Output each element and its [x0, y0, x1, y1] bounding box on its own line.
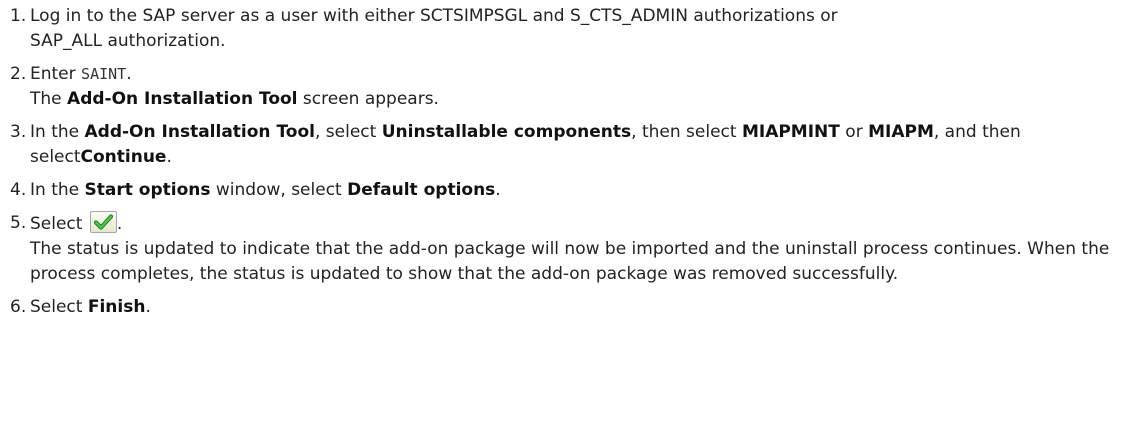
step-text: . [126, 64, 132, 84]
step-text: , select [314, 122, 382, 142]
step-text: . [495, 180, 501, 200]
step-instruction: Enter SAINT. [30, 62, 1121, 87]
ui-term: Add-On Installation Tool [84, 122, 315, 142]
ui-term: Finish [87, 297, 146, 317]
step-text: Enter [30, 64, 82, 84]
ui-term: Uninstallable components [381, 122, 632, 142]
step-number: 2. [10, 64, 27, 84]
procedure-steps: 1. Log in to the SAP server as a user wi… [0, 0, 1129, 320]
step-6: 6. Select Finish. [0, 295, 1129, 320]
step-text-line-1: Log in to the SAP server as a user with … [30, 6, 838, 26]
step-text: . [116, 214, 123, 234]
ui-term: Default options [347, 180, 496, 200]
step-text: or [839, 122, 869, 142]
step-text: Select [30, 214, 88, 234]
step-text: . [166, 147, 172, 167]
step-2: 2. Enter SAINT. The Add-On Installation … [0, 62, 1129, 112]
step-4: 4. In the Start options window, select D… [0, 178, 1129, 203]
step-text: The [30, 89, 68, 109]
step-number: 5. [10, 213, 27, 233]
step-text: In the [30, 122, 85, 142]
step-text: Select [30, 297, 88, 317]
step-number: 4. [10, 180, 27, 200]
ui-term: MIAPMINT [741, 122, 840, 142]
step-result: The Add-On Installation Tool screen appe… [30, 87, 1121, 112]
step-1: 1. Log in to the SAP server as a user wi… [0, 4, 1129, 54]
step-text: , then select [631, 122, 742, 142]
ui-term: Add-On Installation Tool [67, 89, 298, 109]
step-text: In the [30, 180, 85, 200]
step-text: window, select [210, 180, 348, 200]
step-3: 3. In the Add-On Installation Tool, sele… [0, 120, 1129, 170]
green-checkmark-icon [89, 211, 117, 233]
step-text-line-2: SAP_ALL authorization. [30, 31, 226, 51]
ui-term: MIAPM [868, 122, 934, 142]
step-number: 3. [10, 122, 27, 142]
transaction-code: SAINT [81, 65, 127, 83]
ui-term: Continue [80, 147, 167, 167]
step-5: 5. Select . The status is updated to ind… [0, 211, 1129, 287]
step-result: The status is updated to indicate that t… [30, 239, 1110, 284]
ui-term: Start options [84, 180, 211, 200]
step-text: screen appears. [297, 89, 439, 109]
step-number: 6. [10, 297, 27, 317]
step-number: 1. [10, 6, 27, 26]
step-instruction: Select . [30, 211, 1121, 237]
step-text: . [145, 297, 151, 317]
